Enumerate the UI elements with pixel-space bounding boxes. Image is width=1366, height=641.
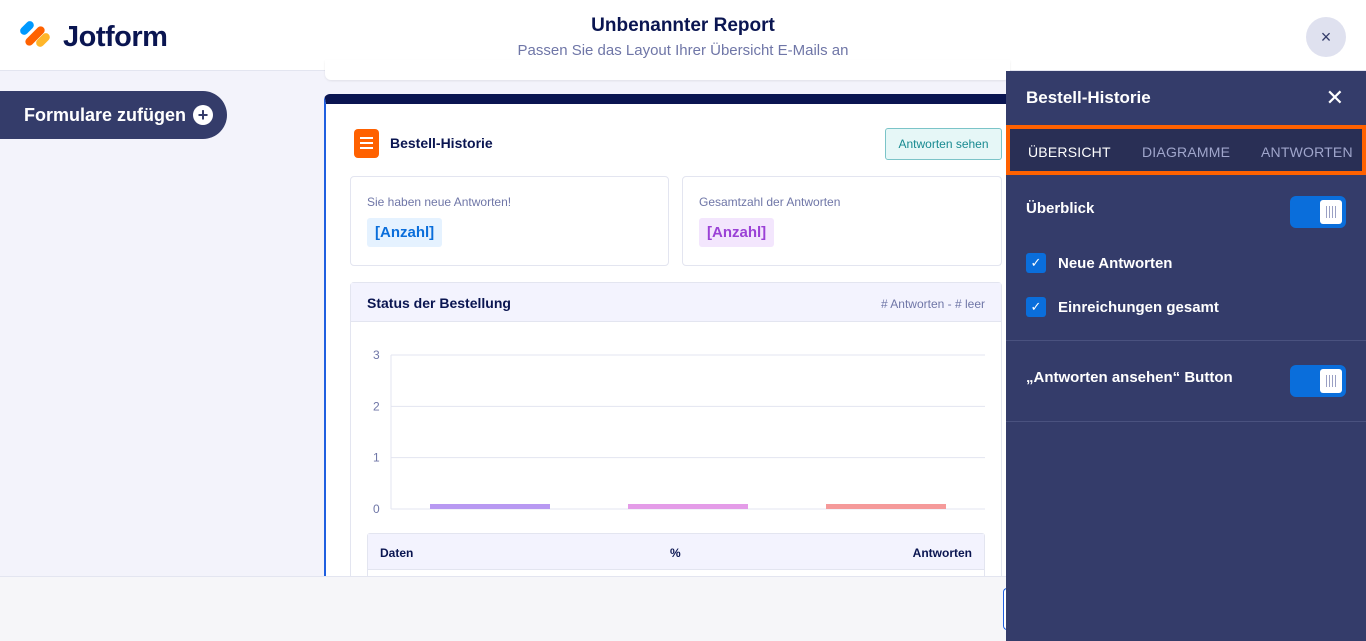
chart-bar: [628, 504, 748, 509]
chart-bar: [826, 504, 946, 509]
stat-label: Sie haben neue Antworten!: [367, 195, 512, 209]
settings-panel: Bestell-Historie ✕ ÜBERSICHT DIAGRAMME A…: [1006, 71, 1366, 641]
checkbox-new-responses[interactable]: ✓ Neue Antworten: [1026, 253, 1172, 273]
checkbox-total-submissions[interactable]: ✓ Einreichungen gesamt: [1026, 297, 1219, 317]
previous-report-card: [325, 60, 1010, 80]
overview-toggle[interactable]: [1290, 196, 1346, 228]
panel-tabs: ÜBERSICHT DIAGRAMME ANTWORTEN: [1006, 125, 1366, 175]
header-title-group: Unbenannter Report Passen Sie das Layout…: [0, 15, 1366, 59]
report-card[interactable]: Bestell-Historie Antworten sehen Sie hab…: [324, 94, 1024, 602]
divider: [1006, 340, 1366, 341]
stat-label: Gesamtzahl der Antworten: [699, 195, 841, 209]
tab-answers[interactable]: ANTWORTEN: [1261, 144, 1353, 160]
stat-total-responses: Gesamtzahl der Antworten [Anzahl]: [682, 176, 1002, 266]
view-answers-button[interactable]: Antworten sehen: [885, 128, 1002, 160]
chart-meta: # Antworten - # leer: [880, 297, 985, 311]
bar-chart: 3 2 1 0: [373, 348, 985, 516]
y-tick-label: 3: [373, 348, 380, 362]
stat-value: [Anzahl]: [699, 218, 775, 247]
close-icon[interactable]: ×: [1306, 17, 1346, 57]
close-panel-icon[interactable]: ✕: [1326, 85, 1344, 111]
divider: [1006, 421, 1366, 422]
page-title[interactable]: Unbenannter Report: [0, 15, 1366, 37]
chart-header: Status der Bestellung # Antworten - # le…: [351, 283, 1001, 322]
checkbox-label: Neue Antworten: [1058, 254, 1173, 272]
column-header-answers: Antworten: [912, 546, 972, 560]
footer-bar: [0, 576, 1006, 641]
view-answers-button-toggle[interactable]: [1290, 365, 1346, 397]
y-tick-label: 1: [373, 451, 380, 465]
add-forms-label: Formulare zufügen: [24, 104, 187, 125]
view-answers-button-setting-label: „Antworten ansehen“ Button: [1026, 369, 1233, 386]
tab-overview[interactable]: ÜBERSICHT: [1028, 144, 1111, 160]
form-icon: [354, 129, 379, 158]
chart-title: Status der Bestellung: [367, 295, 511, 311]
y-tick-label: 0: [373, 502, 380, 516]
checkbox-check-icon[interactable]: ✓: [1026, 297, 1046, 317]
plus-circle-icon: +: [193, 105, 213, 125]
tab-charts[interactable]: DIAGRAMME: [1142, 144, 1230, 160]
add-forms-button[interactable]: Formulare zufügen +: [0, 91, 227, 139]
overview-label: Überblick: [1026, 200, 1095, 217]
table-header: Daten % Antworten: [368, 534, 984, 570]
order-status-chart: Status der Bestellung # Antworten - # le…: [350, 282, 1002, 602]
checkbox-check-icon[interactable]: ✓: [1026, 253, 1046, 273]
stat-new-responses: Sie haben neue Antworten! [Anzahl]: [350, 176, 669, 266]
column-header-percent: %: [670, 546, 681, 560]
report-card-title: Bestell-Historie: [390, 135, 493, 151]
y-tick-label: 2: [373, 399, 380, 413]
page-subtitle: Passen Sie das Layout Ihrer Übersicht E-…: [517, 42, 849, 59]
checkbox-label: Einreichungen gesamt: [1058, 298, 1219, 316]
stat-value: [Anzahl]: [367, 218, 443, 247]
chart-bar: [430, 504, 550, 509]
column-header-data: Daten: [380, 546, 414, 560]
panel-title: Bestell-Historie: [1026, 88, 1151, 107]
